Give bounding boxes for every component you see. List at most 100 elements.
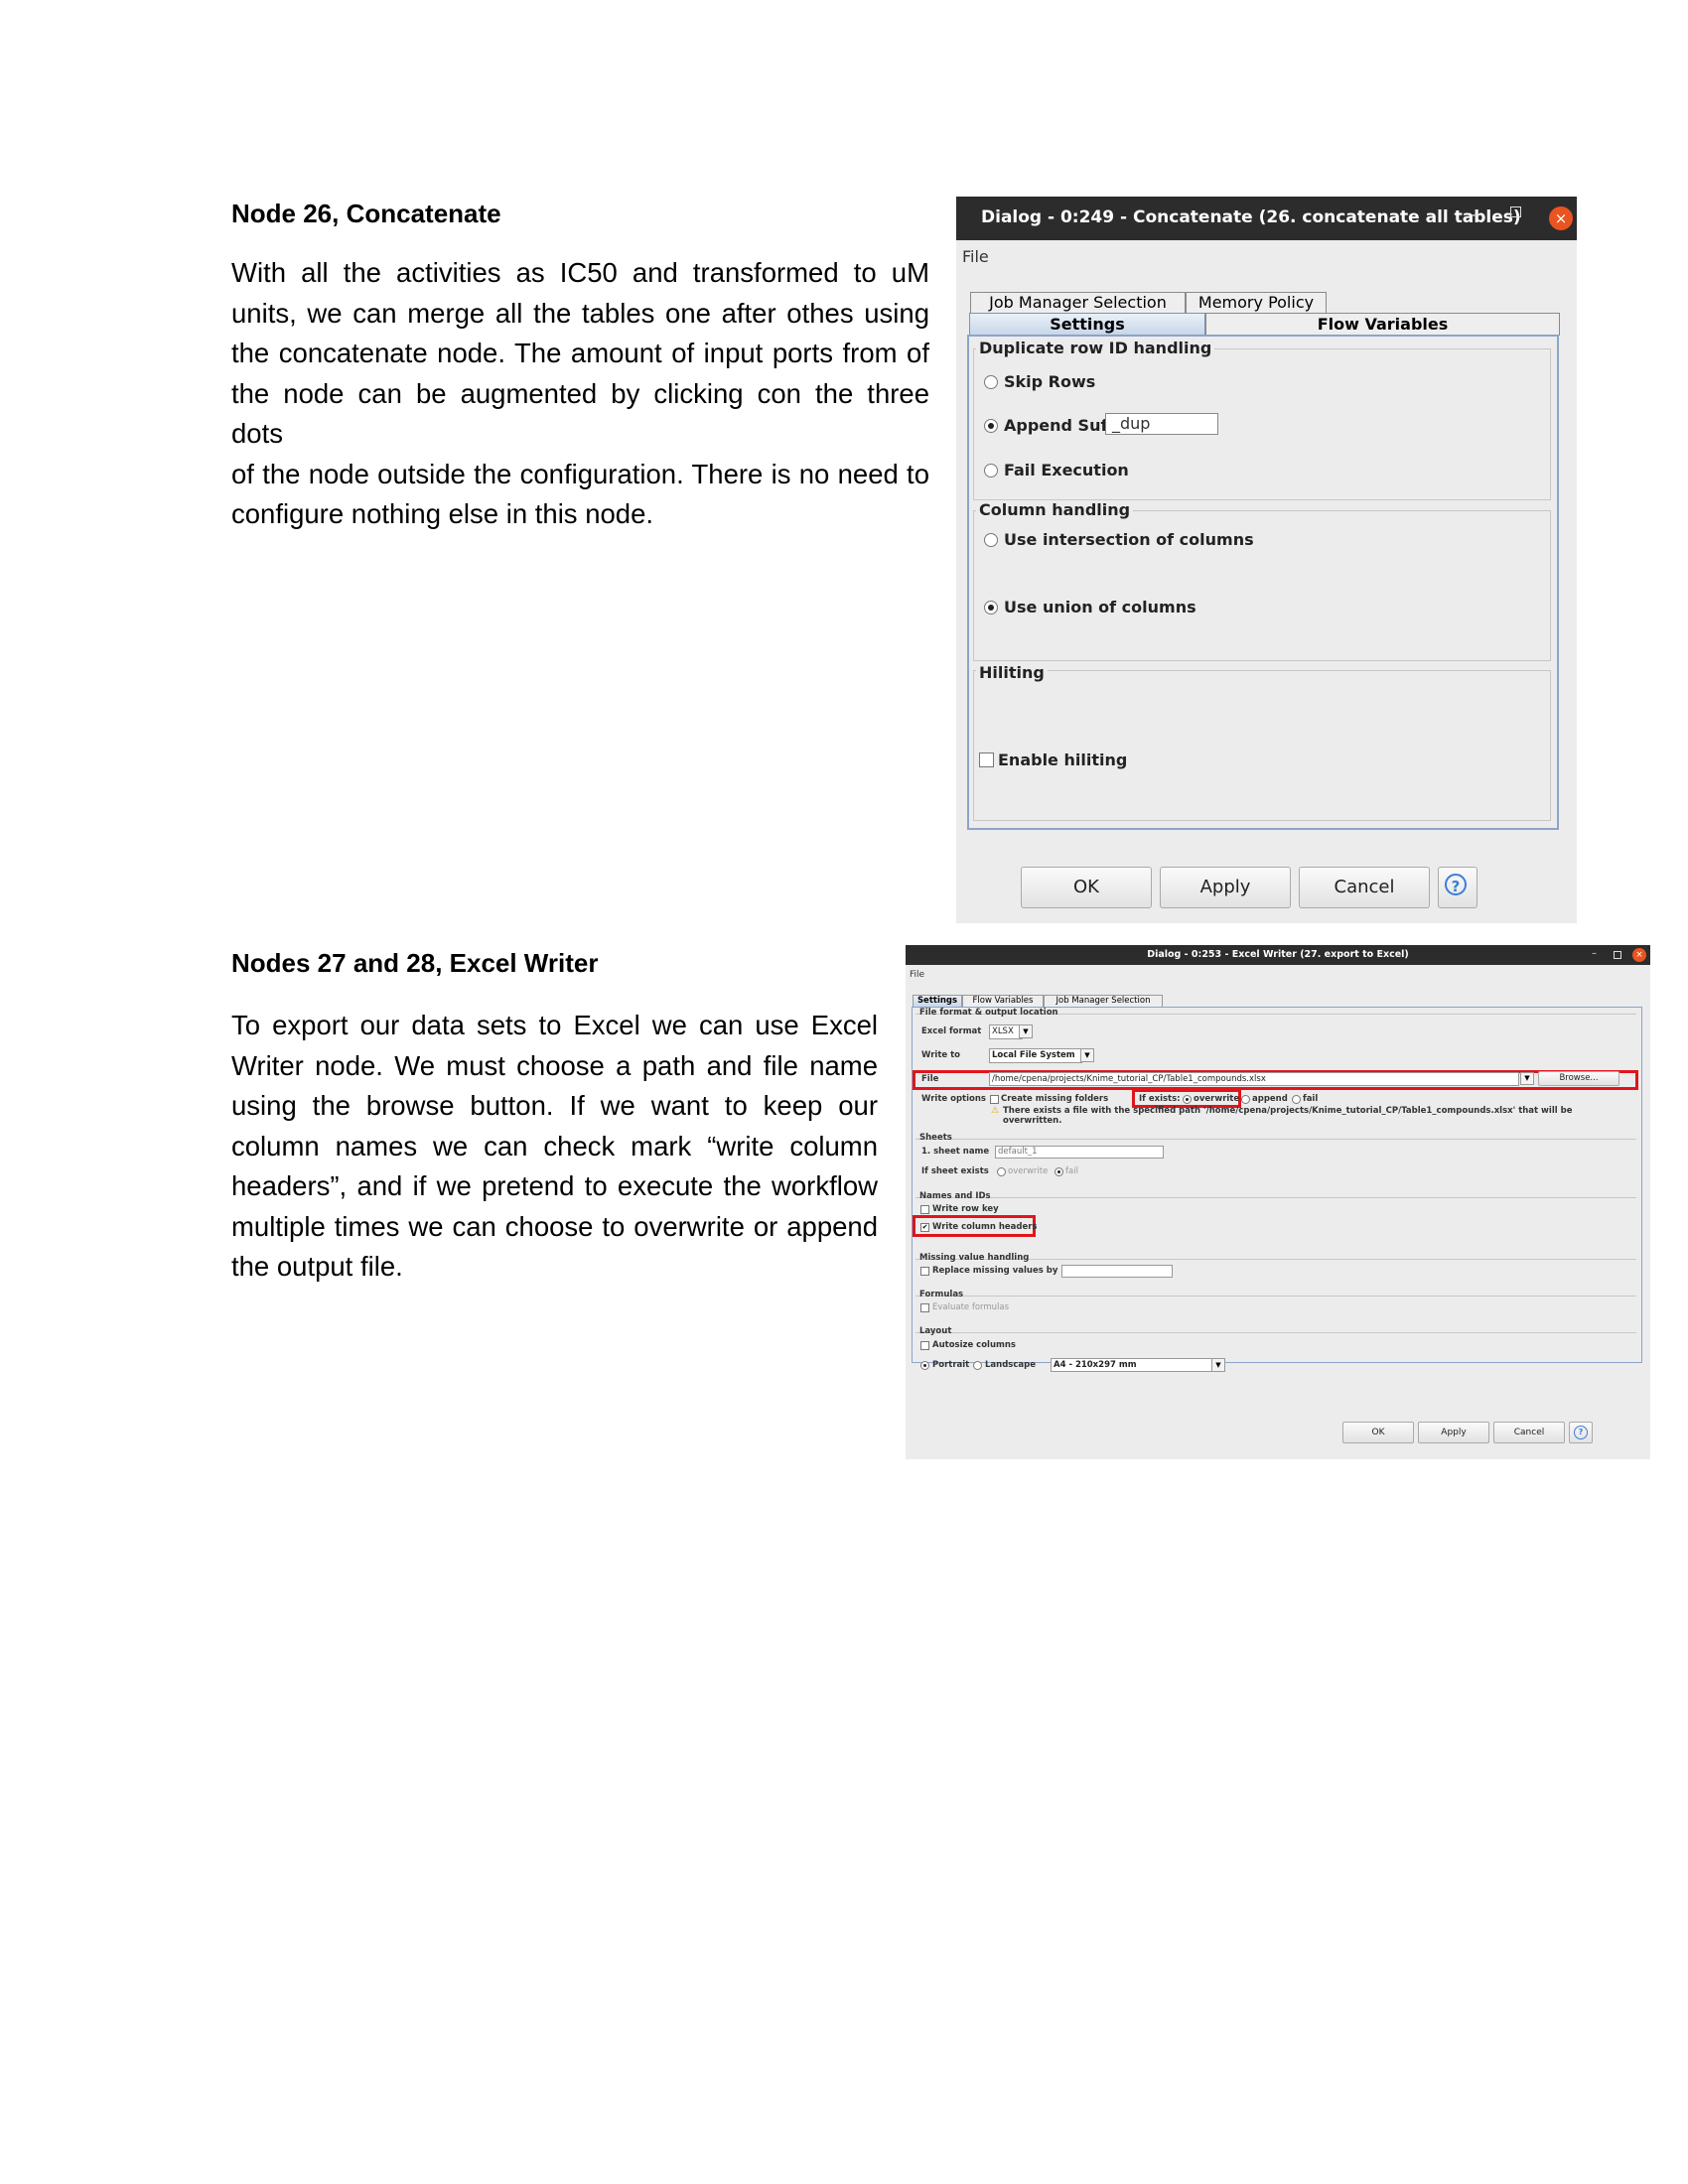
chevron-down-icon[interactable]: ▼	[1520, 1072, 1534, 1085]
title-bar: Dialog - 0:253 - Excel Writer (27. expor…	[906, 945, 1650, 965]
chevron-down-icon[interactable]: ▼	[1019, 1024, 1033, 1038]
tab-job-manager-selection[interactable]: Job Manager Selection	[1044, 995, 1163, 1007]
title-bar: Dialog - 0:249 - Concatenate (26. concat…	[956, 197, 1577, 240]
names-ids-title: Names and IDs	[919, 1191, 991, 1201]
help-button[interactable]: ?	[1569, 1422, 1593, 1443]
fail-execution-label: Fail Execution	[1004, 461, 1129, 479]
write-column-headers-checkbox[interactable]: ✔	[920, 1223, 929, 1232]
paragraph-line: Writer node. We must choose a path and f…	[231, 1049, 878, 1081]
create-missing-folders-checkbox[interactable]	[990, 1095, 999, 1104]
sheet-overwrite-radio[interactable]	[997, 1167, 1006, 1176]
menu-file[interactable]: File	[962, 247, 989, 266]
file-path-input[interactable]: /home/cpena/projects/Knime_tutorial_CP/T…	[989, 1072, 1519, 1086]
browse-button[interactable]: Browse...	[1538, 1071, 1619, 1086]
overwrite-radio[interactable]	[1183, 1095, 1192, 1104]
portrait-label: Portrait	[932, 1360, 970, 1370]
excel-format-label: Excel format	[921, 1026, 982, 1036]
warning-icon: ⚠	[991, 1106, 1000, 1116]
hiliting-title: Hiliting	[976, 663, 1048, 682]
formulas-title: Formulas	[919, 1290, 964, 1299]
missing-title: Missing value handling	[919, 1253, 1030, 1263]
replace-missing-label: Replace missing values by	[932, 1266, 1058, 1276]
tab-job-manager-selection[interactable]: Job Manager Selection	[970, 292, 1186, 313]
landscape-radio[interactable]	[973, 1361, 982, 1370]
autosize-columns-label: Autosize columns	[932, 1340, 1016, 1350]
fail-radio[interactable]	[1292, 1095, 1301, 1104]
evaluate-formulas-label: Evaluate formulas	[932, 1302, 1010, 1312]
enable-hiliting-label: Enable hiliting	[998, 751, 1128, 769]
if-sheet-exists-label: If sheet exists	[921, 1166, 989, 1176]
write-to-select[interactable]: Local File System	[989, 1048, 1082, 1063]
overwrite-label: overwrite	[1194, 1094, 1240, 1104]
overwrite-warning-text-2: overwritten.	[1003, 1116, 1062, 1126]
ok-button[interactable]: OK	[1021, 867, 1152, 908]
sheets-group	[915, 1139, 1636, 1140]
paragraph-line: of the node outside the configuration. T…	[231, 458, 929, 489]
maximize-icon[interactable]	[1614, 951, 1621, 959]
overwrite-warning-text: There exists a file with the specified p…	[1003, 1106, 1573, 1116]
tab-memory-policy[interactable]: Memory Policy	[1186, 292, 1327, 313]
enable-hiliting-checkbox[interactable]	[979, 752, 994, 767]
help-button[interactable]: ?	[1438, 867, 1477, 908]
autosize-columns-checkbox[interactable]	[920, 1341, 929, 1350]
union-radio[interactable]	[984, 601, 998, 614]
chevron-down-icon[interactable]: ▼	[1211, 1358, 1225, 1372]
union-label: Use union of columns	[1004, 598, 1196, 616]
cancel-button[interactable]: Cancel	[1299, 867, 1430, 908]
paragraph-line: using the browse button. If we want to k…	[231, 1090, 878, 1121]
tab-flow-variables[interactable]: Flow Variables	[962, 995, 1044, 1007]
paragraph-line: configure nothing else in this node.	[231, 498, 654, 529]
paragraph-line: multiple times we can choose to overwrit…	[231, 1210, 878, 1242]
suffix-input[interactable]: _dup	[1105, 413, 1218, 435]
tab-settings[interactable]: Settings	[969, 313, 1205, 336]
sheet-overwrite-label: overwrite	[1008, 1166, 1049, 1176]
minimize-icon[interactable]: –	[1592, 948, 1597, 959]
formulas-group	[915, 1296, 1636, 1297]
write-column-headers-label: Write column headers	[932, 1222, 1038, 1232]
sheet-fail-label: fail	[1065, 1166, 1078, 1176]
section-paragraph-excel-writer: To export our data sets to Excel we can …	[231, 1006, 878, 1288]
replace-missing-checkbox[interactable]	[920, 1267, 929, 1276]
evaluate-formulas-checkbox[interactable]	[920, 1303, 929, 1312]
maximize-icon[interactable]	[1510, 206, 1521, 217]
hiliting-group: Hiliting Enable hiliting	[973, 663, 1551, 821]
excel-format-select[interactable]: XLSX	[989, 1024, 1023, 1039]
minimize-icon[interactable]: –	[1471, 205, 1479, 225]
sheet-name-input[interactable]: default_1	[995, 1146, 1164, 1159]
tab-flow-variables[interactable]: Flow Variables	[1205, 313, 1560, 336]
duplicate-group-title: Duplicate row ID handling	[976, 339, 1215, 357]
append-suffix-radio[interactable]	[984, 419, 998, 433]
append-radio[interactable]	[1241, 1095, 1250, 1104]
replace-missing-input[interactable]	[1061, 1265, 1173, 1278]
write-row-key-checkbox[interactable]	[920, 1205, 929, 1214]
tab-settings[interactable]: Settings	[913, 995, 962, 1007]
names-ids-group	[915, 1197, 1636, 1198]
fail-label: fail	[1303, 1094, 1319, 1104]
apply-button[interactable]: Apply	[1418, 1422, 1489, 1443]
fail-execution-radio[interactable]	[984, 464, 998, 478]
write-row-key-label: Write row key	[932, 1204, 999, 1214]
paper-size-select[interactable]: A4 - 210x297 mm	[1051, 1358, 1219, 1372]
cancel-button[interactable]: Cancel	[1493, 1422, 1565, 1443]
menu-file[interactable]: File	[910, 970, 924, 980]
file-format-title: File format & output location	[919, 1008, 1058, 1018]
layout-group	[915, 1332, 1636, 1333]
ok-button[interactable]: OK	[1342, 1422, 1414, 1443]
close-icon[interactable]: ×	[1549, 206, 1573, 230]
skip-rows-radio[interactable]	[984, 375, 998, 389]
chevron-down-icon[interactable]: ▼	[1080, 1048, 1094, 1062]
paragraph-line: units, we can merge all the tables one a…	[231, 297, 929, 329]
settings-panel: Duplicate row ID handling Skip Rows Appe…	[967, 335, 1559, 830]
column-handling-title: Column handling	[976, 500, 1134, 519]
apply-button[interactable]: Apply	[1160, 867, 1291, 908]
intersection-radio[interactable]	[984, 533, 998, 547]
paragraph-line: To export our data sets to Excel we can …	[231, 1010, 878, 1040]
portrait-radio[interactable]	[920, 1361, 929, 1370]
append-label: append	[1252, 1094, 1288, 1104]
section-heading-excel-writer: Nodes 27 and 28, Excel Writer	[231, 948, 599, 978]
sheet-fail-radio[interactable]	[1055, 1167, 1063, 1176]
paragraph-line: With all the activities as IC50 and tran…	[231, 257, 929, 288]
close-icon[interactable]: ×	[1632, 948, 1646, 962]
layout-title: Layout	[919, 1326, 952, 1336]
write-to-label: Write to	[921, 1050, 961, 1060]
